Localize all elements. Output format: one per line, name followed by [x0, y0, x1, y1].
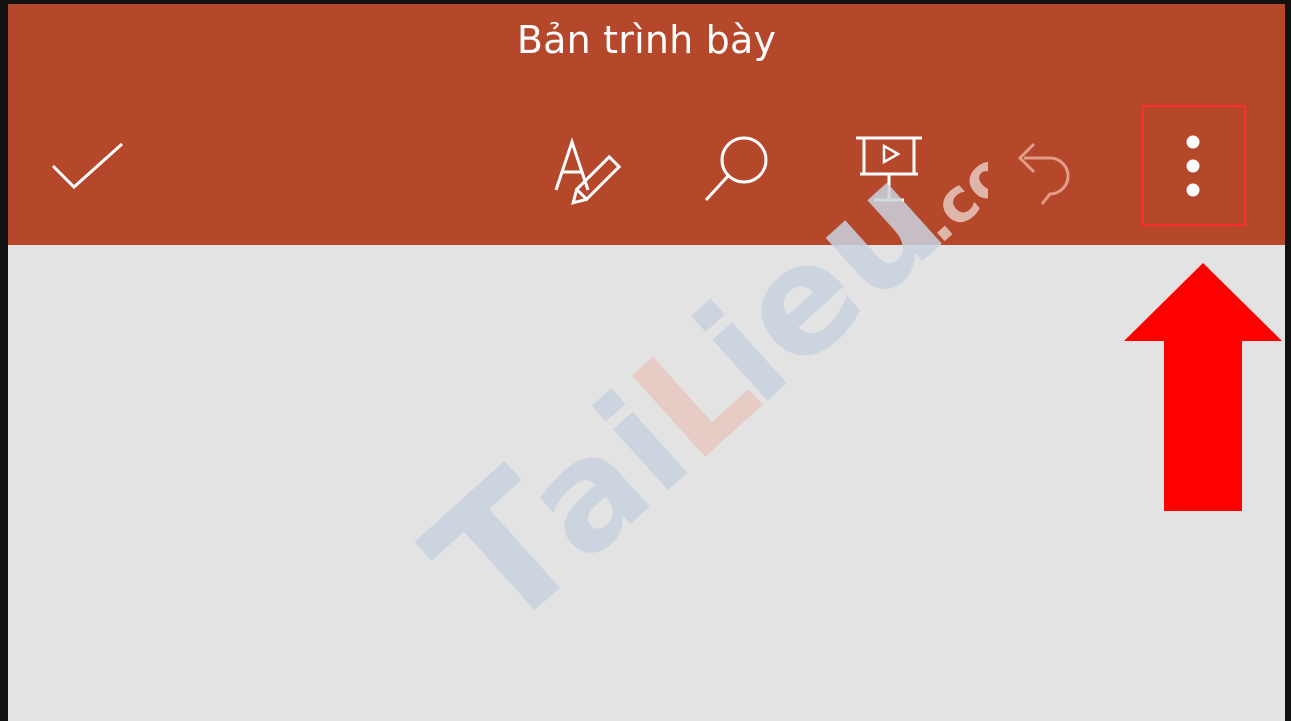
red-up-arrow-icon: [1118, 259, 1285, 523]
search-icon[interactable]: [698, 132, 778, 208]
draw-pen-icon[interactable]: [548, 132, 630, 208]
slide-area[interactable]: [8, 245, 1285, 721]
page-title: Bản trình bày: [516, 18, 777, 62]
undo-icon[interactable]: [1004, 132, 1084, 208]
more-vertical-icon[interactable]: [1178, 130, 1208, 202]
present-slideshow-icon[interactable]: [846, 128, 932, 212]
app-header: Bản trình bày: [8, 4, 1285, 245]
app-window: Bản trình bày T ai L ieu .com: [0, 0, 1291, 721]
checkmark-icon[interactable]: [50, 140, 126, 192]
